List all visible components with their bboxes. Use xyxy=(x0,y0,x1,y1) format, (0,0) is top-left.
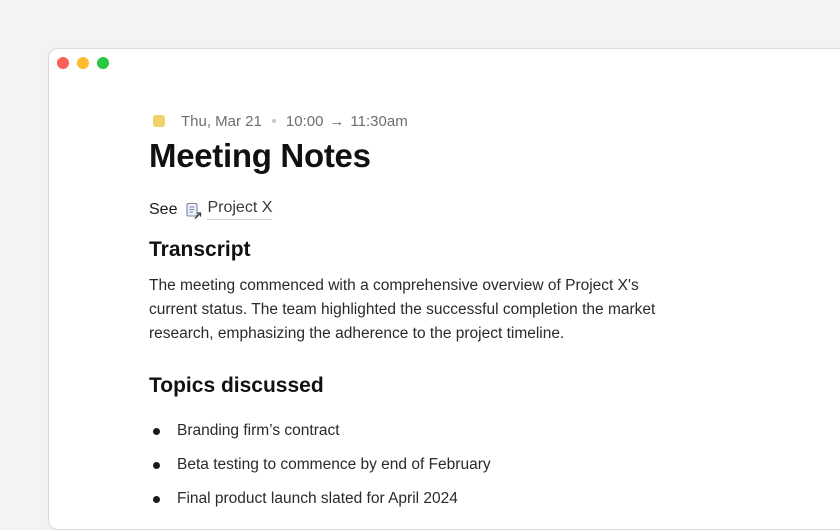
list-item-text[interactable]: Final product launch slated for April 20… xyxy=(177,490,458,508)
event-date[interactable]: Thu, Mar 21 xyxy=(181,113,262,130)
minimize-window-button[interactable] xyxy=(77,57,89,69)
bullet-icon xyxy=(153,427,160,435)
event-start-time[interactable]: 10:00 xyxy=(286,113,324,130)
topics-heading[interactable]: Topics discussed xyxy=(149,374,709,398)
linked-page-icon xyxy=(186,202,202,219)
list-item-text[interactable]: Branding firm’s contract xyxy=(177,422,340,440)
arrow-right-icon: → xyxy=(329,112,345,130)
calendar-color-icon xyxy=(153,115,165,127)
see-reference: See Project X xyxy=(149,199,709,220)
list-item[interactable]: Beta testing to commence by end of Febru… xyxy=(149,448,709,482)
close-window-button[interactable] xyxy=(57,57,69,69)
linked-page-mention[interactable]: Project X xyxy=(185,199,273,220)
event-meta: Thu, Mar 21 10:00 → 11:30am xyxy=(149,111,709,131)
list-item[interactable]: Final product launch slated for April 20… xyxy=(149,482,709,516)
page-title[interactable]: Meeting Notes xyxy=(149,137,709,175)
app-window: Thu, Mar 21 10:00 → 11:30am Meeting Note… xyxy=(48,48,840,530)
see-prefix: See xyxy=(149,200,178,218)
maximize-window-button[interactable] xyxy=(97,57,109,69)
linked-page-label[interactable]: Project X xyxy=(207,199,273,220)
transcript-paragraph[interactable]: The meeting commenced with a comprehensi… xyxy=(149,274,659,346)
topics-list: Branding firm’s contract Beta testing to… xyxy=(149,414,709,516)
event-end-time[interactable]: 11:30am xyxy=(350,113,407,130)
list-item[interactable]: Branding firm’s contract xyxy=(149,414,709,448)
separator-dot xyxy=(271,119,276,123)
note-content: Thu, Mar 21 10:00 → 11:30am Meeting Note… xyxy=(149,111,709,516)
bullet-icon xyxy=(153,461,160,469)
bullet-icon xyxy=(153,495,160,503)
list-item-text[interactable]: Beta testing to commence by end of Febru… xyxy=(177,456,491,474)
transcript-heading[interactable]: Transcript xyxy=(149,238,709,262)
window-controls xyxy=(57,57,109,69)
